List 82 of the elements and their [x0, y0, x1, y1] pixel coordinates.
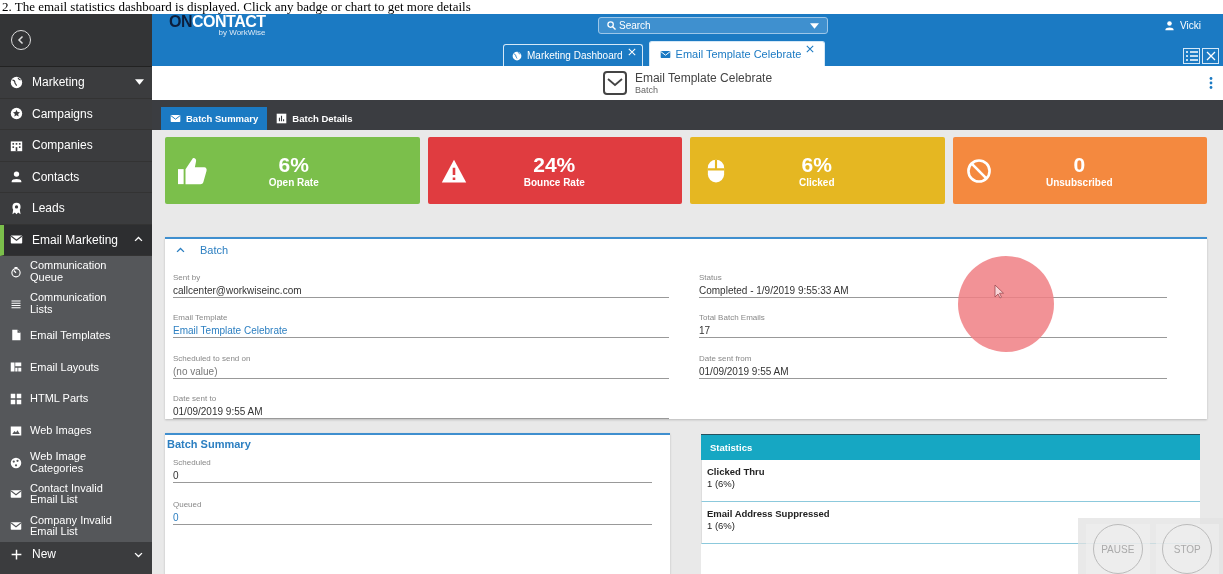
person-icon — [10, 170, 23, 184]
badge-value: 6% — [278, 153, 309, 177]
image-icon — [10, 424, 22, 437]
envelope-icon — [659, 48, 671, 60]
close-icon[interactable] — [806, 45, 815, 53]
badge-label: Open Rate — [268, 177, 319, 188]
statistic-item[interactable]: Email Address Suppressed 1 (6%) — [707, 508, 830, 532]
tab[interactable]: Batch Details — [267, 107, 362, 130]
sidebar-subitem[interactable]: Web Image Categories — [0, 446, 152, 479]
field-label: Scheduled to send on — [173, 353, 251, 363]
field-label: Email Template — [173, 313, 228, 322]
caption: 2. The email statistics dashboard is displayed. Click any badge or chart to get more details — [2, 0, 471, 14]
tab[interactable]: Email Template Celebrate — [648, 41, 826, 66]
badge-label: Clicked — [798, 177, 835, 188]
tab[interactable]: Batch Summary — [161, 107, 268, 130]
field-link[interactable]: Email Template Celebrate — [173, 325, 288, 336]
chevron-left-icon — [16, 35, 26, 45]
field-label: Scheduled — [173, 458, 211, 467]
sidebar-subitem[interactable]: Company Invalid Email List — [0, 510, 152, 543]
stat-badge[interactable]: 24% Bounce Rate — [427, 137, 682, 204]
sidebar-subitem[interactable]: Communication Queue — [0, 256, 152, 288]
badge-value: 6% — [801, 153, 832, 177]
badge-value: 0 — [1073, 153, 1086, 177]
record-subtitle: Batch — [634, 85, 659, 95]
badge-value: 24% — [533, 153, 576, 177]
bar-chart-icon — [276, 113, 288, 124]
sidebar-subitem[interactable]: Contact Invalid Email List — [0, 478, 152, 511]
section-title: Batch Summary — [166, 438, 252, 450]
field-label: Date sent to — [173, 394, 217, 403]
field-label: Status — [699, 272, 722, 282]
ribbon-icon — [10, 201, 23, 215]
field-value: 01/09/2019 9:55 AM — [699, 365, 789, 377]
globe-icon — [512, 50, 522, 61]
thumbs-up-icon — [178, 155, 208, 186]
sidebar-item[interactable]: New — [0, 542, 152, 567]
sidebar-subitem[interactable]: Email Layouts — [0, 351, 152, 384]
statistic-item[interactable]: Clicked Thru 1 (6%) — [707, 466, 765, 490]
field-value: 17 — [699, 325, 711, 336]
badge-label: Bounce Rate — [523, 177, 585, 188]
envelope-icon — [10, 233, 23, 247]
section-header[interactable]: Batch — [173, 243, 229, 257]
envelope-icon — [170, 113, 181, 124]
caret-icon — [135, 79, 144, 86]
layout-icon — [10, 361, 22, 374]
list-view-button[interactable] — [1183, 48, 1200, 64]
envelope-icon — [10, 488, 22, 501]
sidebar-subitem[interactable]: Email Templates — [0, 319, 152, 352]
caret-icon — [810, 22, 819, 29]
palette-icon — [10, 456, 22, 469]
field-label: Sent by — [173, 272, 201, 282]
search-icon — [607, 21, 616, 30]
field-value: callcenter@workwiseinc.com — [173, 284, 302, 296]
field-label: Queued — [173, 500, 202, 509]
sidebar-subitem[interactable]: Web Images — [0, 415, 152, 447]
blocks-icon — [10, 393, 22, 406]
envelope-icon — [10, 520, 22, 533]
sidebar-subitem[interactable]: HTML Parts — [0, 383, 152, 415]
record-title: Email Template Celebrate — [634, 71, 773, 85]
tab[interactable]: Marketing Dashboard — [503, 44, 643, 66]
list-icon — [10, 297, 22, 310]
field-value: 01/09/2019 9:55 AM — [173, 406, 263, 417]
more-icon[interactable] — [1209, 77, 1213, 89]
field-value: 0 — [173, 470, 179, 481]
building-icon — [10, 138, 23, 152]
badge-label: Unsubscribed — [1045, 177, 1113, 188]
globe-icon — [10, 75, 23, 89]
field-label: Total Batch Emails — [699, 313, 765, 322]
timer-icon — [10, 265, 22, 278]
close-all-button[interactable] — [1202, 48, 1219, 64]
field-link[interactable]: 0 — [173, 512, 179, 523]
panel-header: Statistics — [701, 434, 1200, 460]
field-value: Completed - 1/9/2019 9:55:33 AM — [699, 284, 849, 296]
sidebar-subitem[interactable]: Communication Lists — [0, 287, 152, 320]
plus-icon — [10, 547, 23, 561]
envelope-icon — [602, 71, 627, 95]
document-icon — [10, 329, 22, 342]
user-menu[interactable]: Vicki — [1164, 19, 1201, 31]
field-label: Date sent from — [699, 353, 752, 363]
sidebar-item[interactable]: Email Marketing — [0, 224, 152, 256]
logo: ONCONTACT by WorkWise — [169, 14, 266, 37]
person-icon — [1164, 19, 1176, 31]
ban-icon — [965, 157, 992, 184]
